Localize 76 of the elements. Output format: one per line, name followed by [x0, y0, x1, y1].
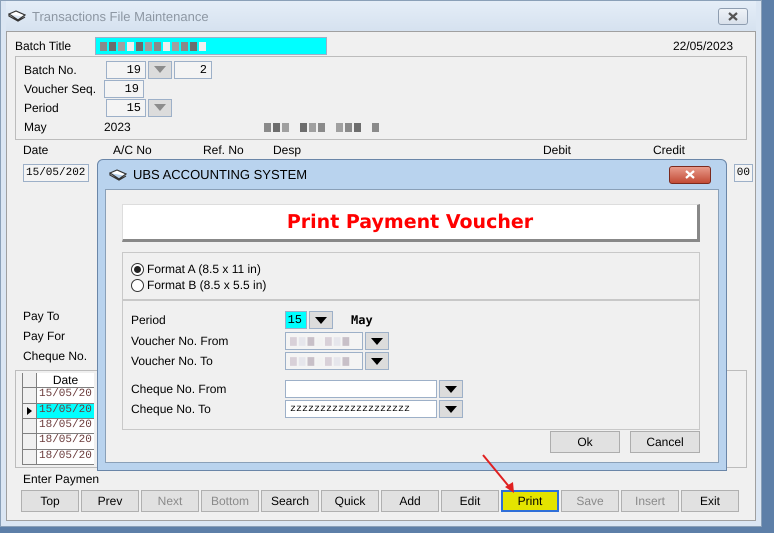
- period-field[interactable]: 15: [285, 311, 307, 329]
- caret-icon: [445, 406, 457, 412]
- date-field[interactable]: 15/05/202: [23, 164, 89, 182]
- voucher-field[interactable]: [285, 352, 363, 370]
- caret-icon: [371, 358, 383, 364]
- year-text: 2023: [104, 120, 132, 134]
- column-header: Ref. No: [203, 143, 245, 157]
- voucher-seq-field[interactable]: 19: [104, 80, 144, 98]
- field-label: Voucher No. From: [131, 334, 230, 348]
- credit-field[interactable]: 00: [734, 164, 753, 182]
- dropdown-button[interactable]: [439, 400, 463, 418]
- column-header: Date: [23, 143, 50, 157]
- date-text: 22/05/2023: [672, 39, 733, 53]
- close-button[interactable]: [718, 8, 748, 24]
- table-cell[interactable]: 15/05/20: [37, 388, 94, 403]
- window-title: Transactions File Maintenance: [32, 8, 210, 24]
- format-radio[interactable]: Format A (8.5 x 11 in): [131, 261, 691, 277]
- field-label: Batch Title: [15, 39, 72, 53]
- table-cell[interactable]: 18/05/20: [37, 418, 94, 434]
- toolbar-button[interactable]: Quick: [321, 490, 379, 512]
- batch-title-field[interactable]: [95, 37, 327, 55]
- batch-sub-field[interactable]: 2: [174, 60, 212, 78]
- cheque-field[interactable]: [285, 380, 437, 398]
- column-header: Debit: [543, 143, 572, 157]
- toolbar-button[interactable]: Prev: [81, 490, 139, 512]
- dialog-button[interactable]: Ok: [550, 431, 620, 453]
- field-label: Period: [131, 313, 167, 327]
- column-header: Date: [37, 373, 94, 388]
- table-cell[interactable]: 15/05/20: [37, 404, 94, 418]
- toolbar-button[interactable]: Exit: [681, 490, 739, 512]
- dialog-button[interactable]: Cancel: [630, 431, 700, 453]
- field-label: Voucher Seq.: [24, 82, 98, 96]
- dropdown-button[interactable]: [365, 332, 389, 350]
- format-radio[interactable]: Format B (8.5 x 5.5 in): [131, 277, 691, 293]
- table-cell[interactable]: 18/05/20: [37, 450, 94, 464]
- close-icon: [684, 170, 696, 179]
- caret-icon: [154, 104, 166, 111]
- cheque-field[interactable]: zzzzzzzzzzzzzzzzzzzz: [285, 400, 437, 418]
- toolbar-button[interactable]: Add: [381, 490, 439, 512]
- column-header: A/C No: [113, 143, 153, 157]
- book-icon: [8, 10, 26, 22]
- annotation-arrow: [481, 454, 517, 494]
- field-label: Pay To: [23, 309, 60, 323]
- field-label: Pay For: [23, 329, 66, 343]
- month-text: May: [24, 120, 48, 134]
- field-label: Voucher No. To: [131, 354, 214, 368]
- field-label: Cheque No. From: [131, 382, 228, 396]
- close-button[interactable]: [669, 166, 711, 184]
- voucher-field[interactable]: [285, 332, 363, 350]
- book-icon: [109, 168, 127, 180]
- field-label: Batch No.: [24, 62, 78, 76]
- month-text: May: [351, 313, 373, 327]
- status-hint: Enter Paymen: [23, 472, 100, 486]
- batch-no-field[interactable]: 19: [106, 60, 146, 78]
- toolbar-button[interactable]: Edit: [441, 490, 499, 512]
- close-icon: [727, 12, 739, 20]
- field-label: Cheque No. To: [131, 402, 212, 416]
- dropdown-button[interactable]: [365, 352, 389, 370]
- caret-icon: [445, 386, 457, 392]
- dropdown-button[interactable]: [439, 380, 463, 398]
- column-header: Desp: [273, 143, 302, 157]
- period-field[interactable]: 15: [106, 98, 146, 116]
- dialog-title: UBS ACCOUNTING SYSTEM: [133, 167, 308, 182]
- field-label: Period: [24, 100, 60, 114]
- dropdown-button[interactable]: [309, 311, 333, 329]
- field-label: Cheque No.: [23, 349, 88, 363]
- toolbar-button[interactable]: Search: [261, 490, 319, 512]
- column-header: Credit: [653, 143, 686, 157]
- table-cell[interactable]: 18/05/20: [37, 434, 94, 449]
- caret-icon: [154, 66, 166, 73]
- caret-icon: [371, 338, 383, 344]
- caret-icon: [315, 316, 327, 324]
- dialog-heading: Print Payment Voucher: [122, 204, 700, 242]
- row-pointer-icon: [27, 406, 32, 415]
- toolbar-button[interactable]: Top: [21, 490, 79, 512]
- toolbar-button[interactable]: Print: [501, 490, 559, 512]
